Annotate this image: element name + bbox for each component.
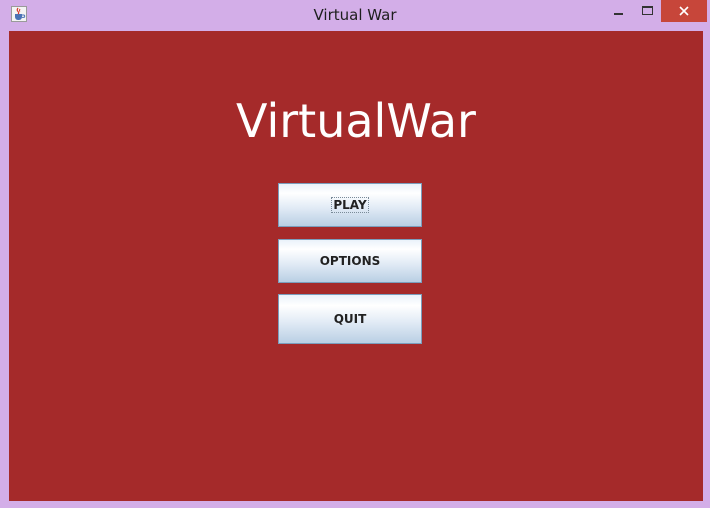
game-title: VirtualWar <box>236 94 476 148</box>
options-button-label: OPTIONS <box>319 254 381 268</box>
title-bar[interactable]: Virtual War <box>0 0 710 30</box>
app-window: Virtual War VirtualWar PLAY OPTIONS QUIT <box>0 0 710 508</box>
close-button[interactable] <box>661 0 707 22</box>
quit-button-label: QUIT <box>333 312 367 326</box>
close-icon <box>679 6 689 16</box>
play-button[interactable]: PLAY <box>278 183 422 227</box>
maximize-button[interactable] <box>633 0 661 22</box>
main-menu-panel: VirtualWar PLAY OPTIONS QUIT <box>9 31 703 501</box>
quit-button[interactable]: QUIT <box>278 294 422 344</box>
options-button[interactable]: OPTIONS <box>278 239 422 283</box>
minimize-icon <box>614 13 623 15</box>
maximize-icon <box>641 6 653 15</box>
play-button-label: PLAY <box>331 197 369 213</box>
minimize-button[interactable] <box>605 0 633 22</box>
window-title: Virtual War <box>313 6 397 24</box>
